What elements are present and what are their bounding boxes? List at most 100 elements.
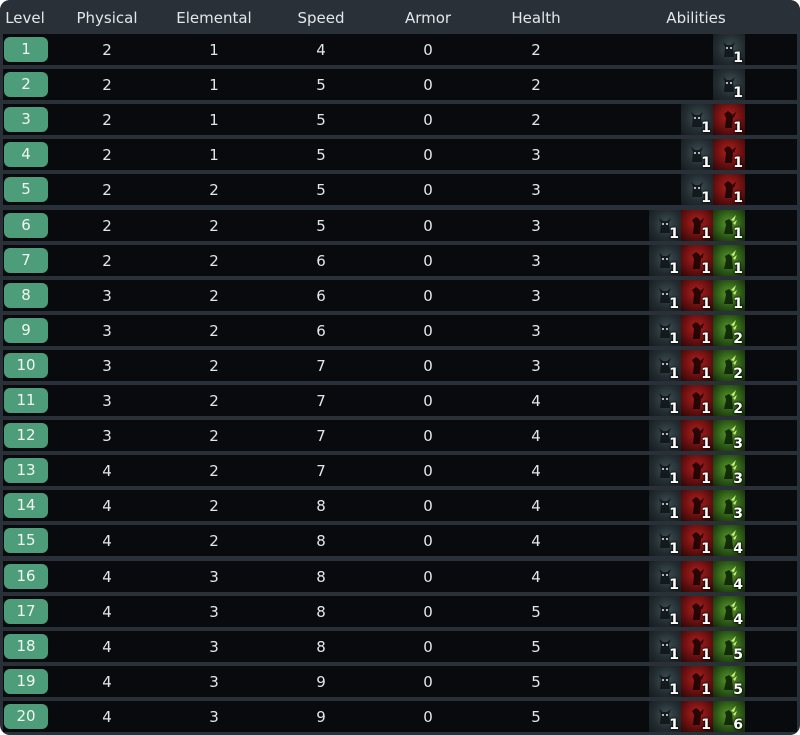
speed-value: 6 [316, 321, 326, 340]
physical-value: 2 [102, 216, 112, 235]
table-row: 8 3 2 6 0 3 1 1 1 [3, 279, 797, 311]
health-value: 3 [531, 286, 541, 305]
abilities-cell: 1 1 1 [649, 244, 745, 276]
wolf-icon[interactable]: 1 [649, 490, 681, 522]
table-row: 14 4 2 8 0 4 1 1 3 [3, 490, 797, 522]
table-row: 6 2 2 5 0 3 1 1 1 [3, 209, 797, 241]
level-badge: 10 [4, 352, 48, 378]
elemental-value: 3 [209, 637, 219, 656]
health-value: 5 [531, 672, 541, 691]
poison-icon[interactable]: 1 [713, 244, 745, 276]
speed-value: 5 [316, 76, 326, 95]
elemental-value: 2 [209, 497, 219, 516]
blood-claw-icon[interactable]: 1 [681, 279, 713, 311]
physical-value: 4 [102, 672, 112, 691]
health-value: 2 [531, 41, 541, 59]
armor-value: 0 [423, 41, 433, 59]
wolf-icon[interactable]: 1 [649, 420, 681, 452]
blood-claw-icon[interactable]: 1 [681, 700, 713, 732]
blood-claw-icon[interactable]: 1 [681, 630, 713, 662]
table-row: 32150211 [3, 104, 797, 136]
table-row: 16 4 3 8 0 4 1 1 4 [3, 560, 797, 592]
abilities-cell: 1 1 5 [649, 665, 745, 697]
wolf-icon[interactable]: 1 [649, 525, 681, 557]
poison-icon[interactable]: 3 [713, 455, 745, 487]
physical-value: 2 [102, 146, 112, 165]
wolf-icon[interactable]: 1 [649, 279, 681, 311]
speed-value: 5 [316, 146, 326, 165]
ability-count: 1 [701, 576, 711, 592]
poison-icon[interactable]: 4 [713, 560, 745, 592]
header-armor: Armor [404, 9, 452, 27]
wolf-icon[interactable]: 1 [713, 69, 745, 101]
blood-claw-icon[interactable]: 1 [713, 174, 745, 206]
blood-claw-icon[interactable]: 1 [713, 139, 745, 171]
poison-icon[interactable]: 1 [713, 209, 745, 241]
table-row: 13 4 2 7 0 4 1 1 3 [3, 455, 797, 487]
blood-claw-icon[interactable]: 1 [681, 595, 713, 627]
physical-value: 3 [102, 321, 112, 340]
elemental-value: 1 [209, 146, 219, 165]
speed-value: 8 [316, 637, 326, 656]
poison-icon[interactable]: 5 [713, 630, 745, 662]
poison-icon[interactable]: 4 [713, 525, 745, 557]
wolf-icon[interactable]: 1 [649, 595, 681, 627]
blood-claw-icon[interactable]: 1 [681, 560, 713, 592]
wolf-icon[interactable]: 1 [649, 630, 681, 662]
wolf-icon[interactable]: 1 [713, 34, 745, 65]
wolf-icon[interactable]: 1 [649, 700, 681, 732]
blood-claw-icon[interactable]: 1 [681, 455, 713, 487]
health-value: 3 [531, 181, 541, 200]
wolf-icon[interactable]: 1 [649, 455, 681, 487]
ability-count: 4 [733, 576, 743, 592]
wolf-icon[interactable]: 1 [681, 174, 713, 206]
wolf-icon[interactable]: 1 [649, 665, 681, 697]
ability-count: 1 [669, 225, 679, 241]
elemental-value: 2 [209, 462, 219, 481]
level-badge: 5 [4, 177, 48, 203]
ability-count: 1 [669, 576, 679, 592]
blood-claw-icon[interactable]: 1 [681, 525, 713, 557]
blood-claw-icon[interactable]: 1 [681, 349, 713, 381]
level-badge: 11 [4, 388, 48, 413]
blood-claw-icon[interactable]: 1 [681, 490, 713, 522]
poison-icon[interactable]: 5 [713, 665, 745, 697]
level-badge: 9 [4, 317, 48, 343]
wolf-icon[interactable]: 1 [649, 349, 681, 381]
elemental-value: 2 [209, 321, 219, 340]
blood-claw-icon[interactable]: 1 [681, 209, 713, 241]
blood-claw-icon[interactable]: 1 [681, 244, 713, 276]
level-badge: 16 [4, 563, 48, 589]
blood-claw-icon[interactable]: 1 [681, 314, 713, 346]
poison-icon[interactable]: 2 [713, 385, 745, 416]
wolf-icon[interactable]: 1 [649, 560, 681, 592]
poison-icon[interactable]: 6 [713, 700, 745, 732]
level-badge: 15 [4, 528, 48, 554]
poison-icon[interactable]: 2 [713, 314, 745, 346]
wolf-icon[interactable]: 1 [649, 385, 681, 416]
elemental-value: 3 [209, 672, 219, 691]
poison-icon[interactable]: 4 [713, 595, 745, 627]
blood-claw-icon[interactable]: 1 [681, 665, 713, 697]
wolf-icon[interactable]: 1 [649, 314, 681, 346]
armor-value: 0 [423, 427, 433, 446]
speed-value: 8 [316, 532, 326, 551]
blood-claw-icon[interactable]: 1 [713, 104, 745, 136]
level-stats-table: Level Physical Elemental Speed Armor Hea… [0, 0, 800, 735]
wolf-icon[interactable]: 1 [681, 139, 713, 171]
wolf-icon[interactable]: 1 [649, 209, 681, 241]
poison-icon[interactable]: 3 [713, 490, 745, 522]
wolf-icon[interactable]: 1 [681, 104, 713, 136]
poison-icon[interactable]: 1 [713, 279, 745, 311]
physical-value: 4 [102, 532, 112, 551]
ability-count: 3 [733, 471, 743, 487]
health-value: 4 [531, 497, 541, 516]
wolf-icon[interactable]: 1 [649, 244, 681, 276]
poison-icon[interactable]: 2 [713, 349, 745, 381]
blood-claw-icon[interactable]: 1 [681, 420, 713, 452]
poison-icon[interactable]: 3 [713, 420, 745, 452]
ability-count: 1 [733, 190, 743, 206]
blood-claw-icon[interactable]: 1 [681, 385, 713, 416]
armor-value: 0 [423, 707, 433, 726]
physical-value: 3 [102, 427, 112, 446]
